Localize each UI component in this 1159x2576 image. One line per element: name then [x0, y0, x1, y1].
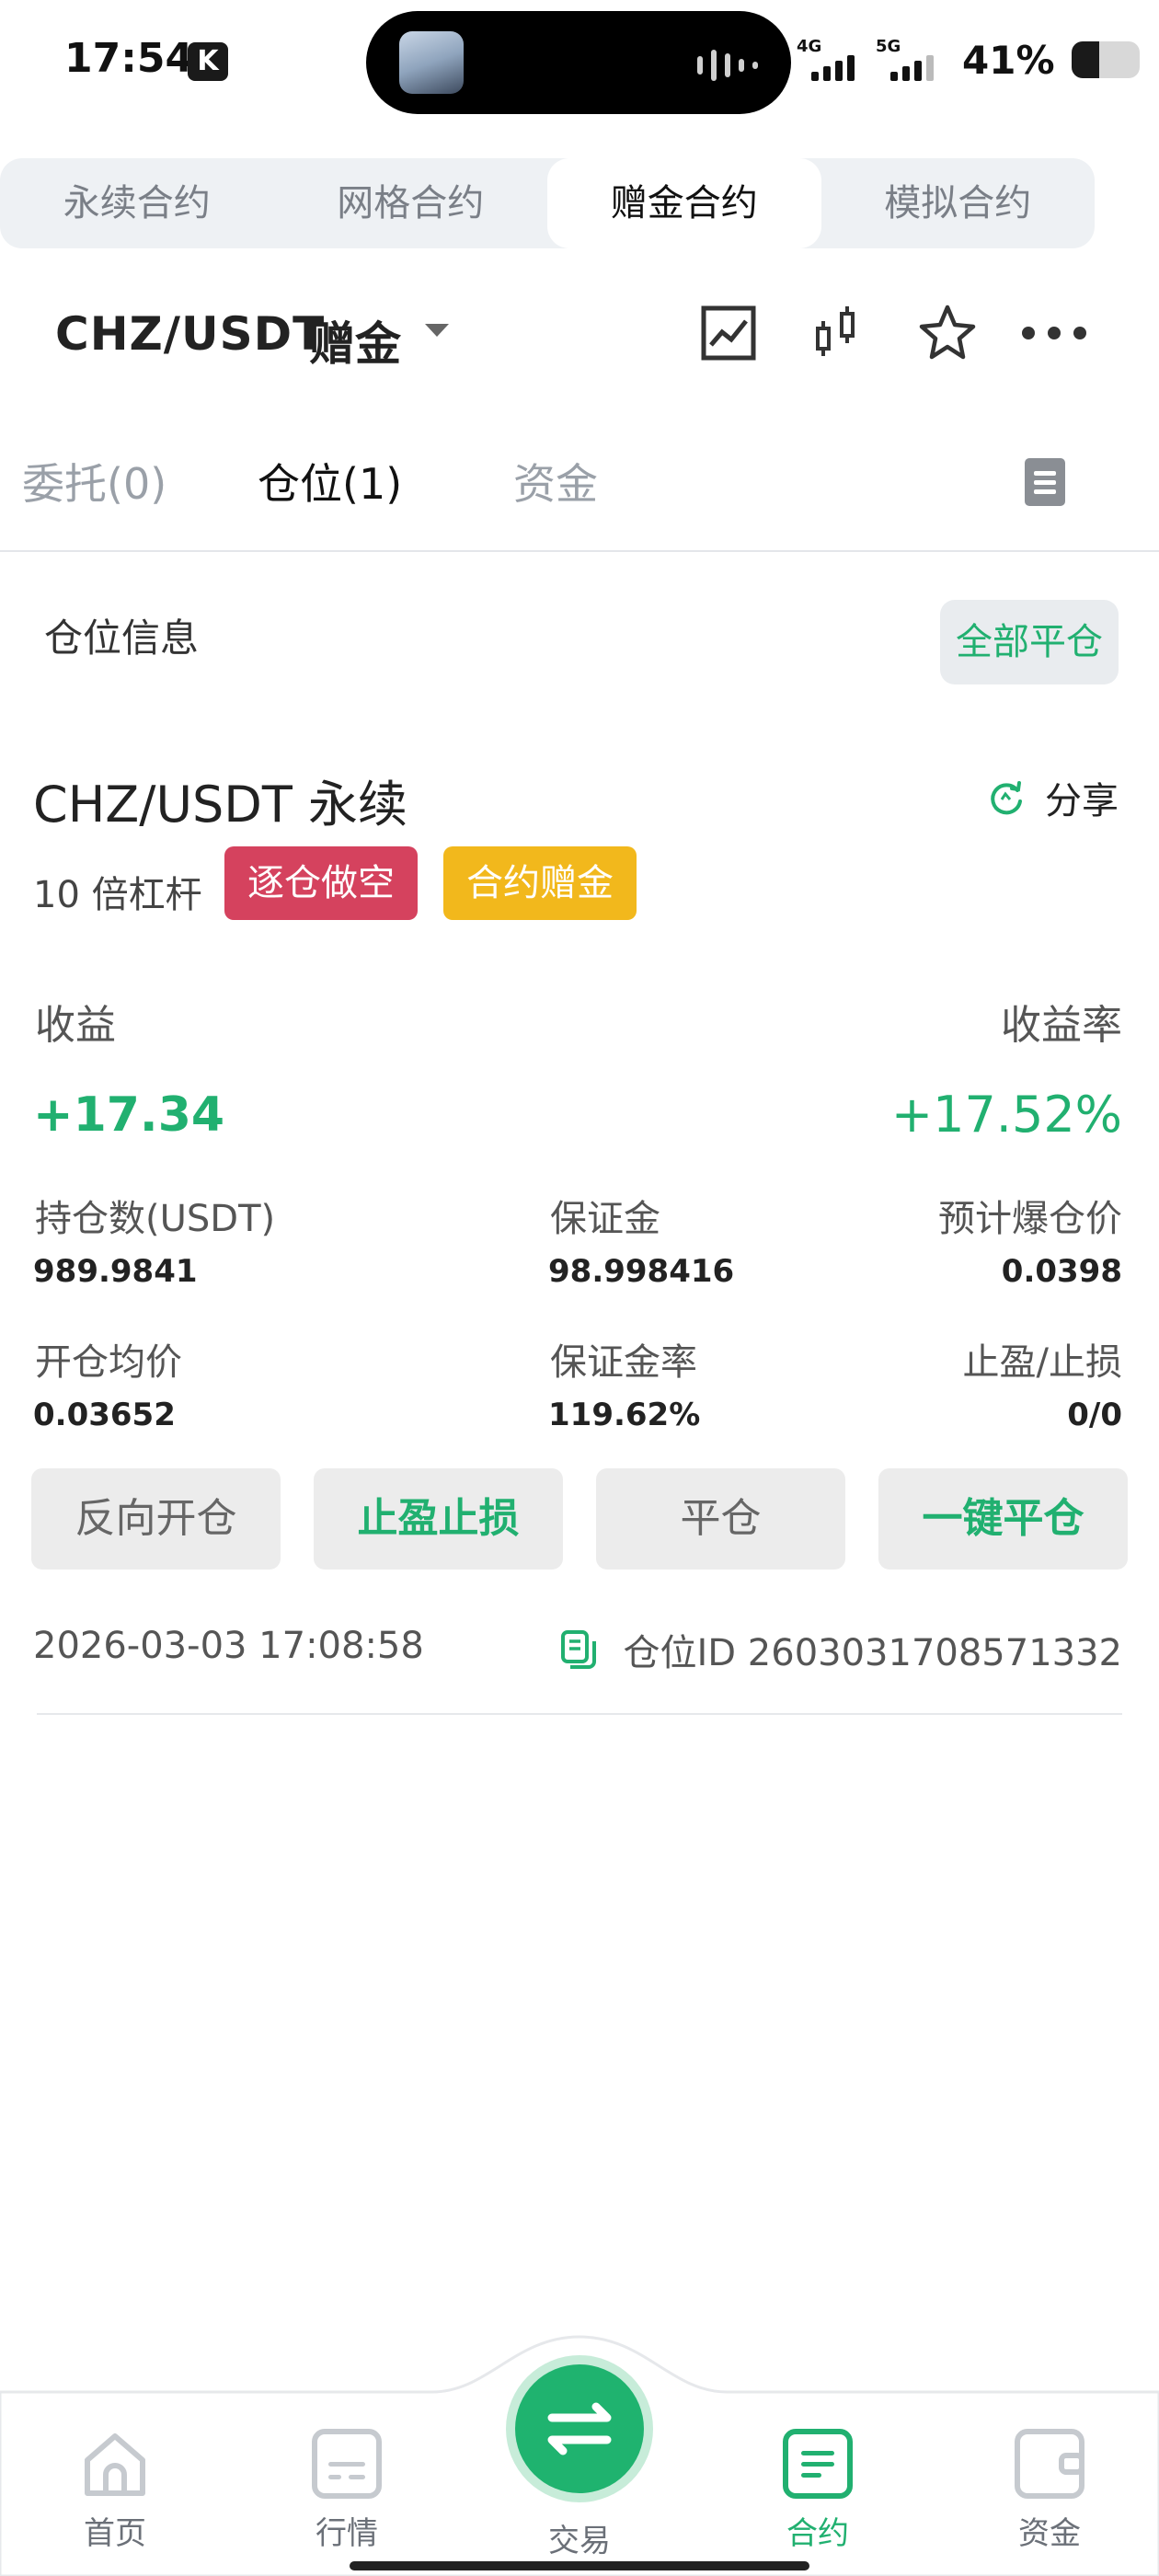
pnl-label: 收益 [35, 1002, 116, 1049]
symbol-header: CHZ/USDT 赠金 [55, 294, 1104, 372]
status-time: 17:54 [64, 35, 194, 82]
chart-icon[interactable] [690, 294, 767, 372]
liquidation-value: 0.0398 [1001, 1253, 1122, 1290]
candlestick-icon[interactable] [798, 294, 876, 372]
tab-positions[interactable]: 仓位(1) [258, 451, 402, 512]
margin-rate-value: 119.62% [548, 1397, 701, 1433]
margin-rate-label: 保证金率 [550, 1341, 697, 1384]
pnl-value: +17.34 [33, 1087, 225, 1143]
tab-perpetual[interactable]: 永续合约 [0, 158, 274, 248]
position-actions: 反向开仓 止盈止损 平仓 一键平仓 [31, 1468, 1128, 1570]
symbol-tag[interactable]: 赠金 [309, 307, 401, 374]
tab-bonus[interactable]: 赠金合约 [547, 158, 821, 248]
tpsl-value[interactable]: 0/0 [1067, 1397, 1122, 1433]
chevron-down-icon[interactable] [425, 324, 449, 337]
margin-value: 98.998416 [548, 1253, 735, 1290]
more-icon[interactable] [1016, 294, 1093, 372]
liquidation-label: 预计爆仓价 [938, 1198, 1122, 1240]
leverage-label: 10 倍杠杆 [33, 874, 202, 916]
tab-grid[interactable]: 网格合约 [274, 158, 548, 248]
size-label: 持仓数(USDT) [35, 1198, 276, 1240]
margin-label: 保证金 [550, 1198, 660, 1240]
tp-sl-button[interactable]: 止盈止损 [314, 1468, 563, 1570]
app-screen: 17:54 K 4G 5G 41% 永续合约 网格合约 赠金合约 模拟合约 CH… [0, 0, 1159, 2576]
nav-contract[interactable]: 合约 [749, 2429, 887, 2553]
contract-type-tabs: 永续合约 网格合约 赠金合约 模拟合约 [0, 158, 1095, 248]
share-label: 分享 [1045, 780, 1119, 822]
symbol-pair[interactable]: CHZ/USDT [55, 307, 325, 361]
tab-demo[interactable]: 模拟合约 [821, 158, 1096, 248]
nav-market[interactable]: 行情 [278, 2429, 416, 2553]
cellular-4g-icon: 4G [797, 37, 866, 83]
contract-icon [783, 2429, 853, 2499]
battery-icon [1071, 41, 1140, 78]
share-icon [991, 781, 1022, 815]
position-timestamp: 2026-03-03 17:08:58 [33, 1625, 424, 1667]
home-indicator[interactable] [350, 2561, 809, 2570]
app-notification-icon: K [188, 42, 228, 81]
audio-wave-icon [697, 50, 758, 81]
size-value: 989.9841 [33, 1253, 198, 1290]
status-bar: 17:54 K 4G 5G 41% [0, 0, 1159, 129]
card-divider [37, 1713, 1122, 1715]
bottom-nav: 首页 行情 交易 合约 资金 [0, 2392, 1159, 2576]
order-list-icon[interactable] [1025, 458, 1065, 506]
pnl-rate-value: +17.52% [890, 1086, 1122, 1144]
position-tabs: 委托(0) 仓位(1) 资金 [0, 442, 1159, 552]
close-position-button[interactable]: 平仓 [596, 1468, 845, 1570]
status-indicators: 4G 5G 41% [797, 37, 1140, 83]
battery-percent: 41% [962, 37, 1055, 83]
position-id-text: 仓位ID 2603031708571332 [623, 1632, 1123, 1674]
reverse-open-button[interactable]: 反向开仓 [31, 1468, 281, 1570]
position-id[interactable]: 仓位ID 2603031708571332 [559, 1623, 1123, 1676]
tab-orders[interactable]: 委托(0) [22, 451, 166, 512]
market-icon [312, 2429, 382, 2499]
pnl-rate-label: 收益率 [1001, 1002, 1122, 1049]
wallet-icon [1015, 2429, 1084, 2499]
home-icon [80, 2429, 150, 2499]
star-icon[interactable] [909, 294, 986, 372]
position-info-title: 仓位信息 [44, 615, 200, 661]
nav-assets[interactable]: 资金 [981, 2429, 1119, 2553]
bonus-badge: 合约赠金 [443, 846, 637, 920]
close-all-button[interactable]: 全部平仓 [940, 600, 1119, 684]
cellular-5g-icon: 5G [876, 37, 946, 83]
nav-trade-label[interactable]: 交易 [511, 2436, 648, 2560]
share-button[interactable]: 分享 [986, 771, 1119, 824]
dynamic-island[interactable] [366, 11, 791, 114]
entry-price-value: 0.03652 [33, 1397, 176, 1433]
one-click-close-button[interactable]: 一键平仓 [878, 1468, 1128, 1570]
tpsl-label: 止盈/止损 [962, 1341, 1122, 1384]
margin-mode-badge: 逐仓做空 [224, 846, 418, 920]
position-pair-name[interactable]: CHZ/USDT 永续 [33, 764, 407, 836]
copy-icon[interactable] [559, 1628, 598, 1671]
media-thumbnail [399, 31, 464, 94]
tab-funds[interactable]: 资金 [513, 451, 598, 512]
entry-price-label: 开仓均价 [35, 1341, 182, 1384]
nav-home[interactable]: 首页 [46, 2429, 184, 2553]
